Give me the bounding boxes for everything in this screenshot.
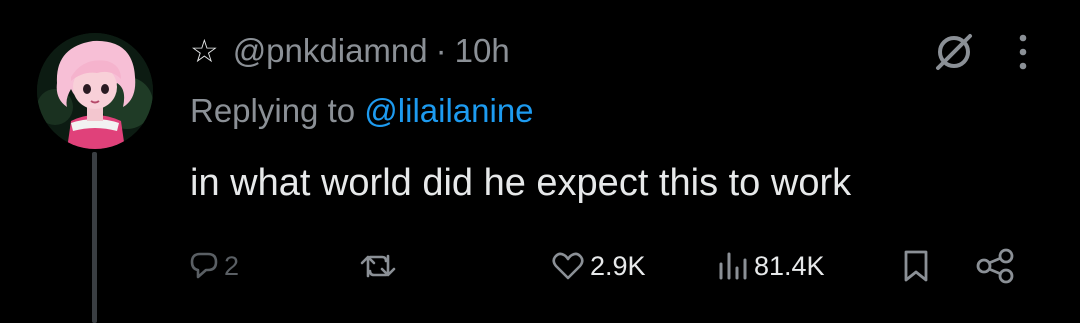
header-separator: · xyxy=(435,32,447,69)
views-button[interactable]: 81.4K xyxy=(716,244,825,288)
reply-count: 2 xyxy=(224,250,240,281)
heart-icon xyxy=(552,252,584,280)
reply-button[interactable]: 2 xyxy=(188,244,239,288)
tweet-text: in what world did he expect this to work xyxy=(190,162,852,204)
grok-icon[interactable] xyxy=(932,30,976,74)
retweet-icon xyxy=(360,254,396,278)
tweet-header: ☆ @pnkdiamnd · 10h xyxy=(190,30,510,72)
action-bar: 2 2.9K 81.4K xyxy=(0,244,1080,288)
bookmark-button[interactable] xyxy=(900,244,932,288)
top-icons xyxy=(932,30,1028,74)
avatar[interactable] xyxy=(37,33,153,149)
replying-to-label: Replying to xyxy=(190,92,356,129)
reply-icon xyxy=(190,252,218,279)
views-count: 81.4K xyxy=(754,250,825,281)
replying-to-mention[interactable]: @lilailanine xyxy=(364,92,533,129)
share-button[interactable] xyxy=(974,244,1018,288)
author-handle[interactable]: @pnkdiamnd xyxy=(233,32,428,70)
like-button[interactable]: 2.9K xyxy=(550,244,646,288)
like-count: 2.9K xyxy=(590,250,646,281)
views-icon xyxy=(719,252,747,280)
retweet-button[interactable] xyxy=(358,244,402,288)
replying-to: Replying to @lilailanine xyxy=(190,92,534,130)
star-icon: ☆ xyxy=(190,33,219,69)
thread-line xyxy=(92,152,97,323)
tweet[interactable]: ☆ @pnkdiamnd · 10h Replying to @lilailan… xyxy=(0,0,1080,323)
share-icon xyxy=(976,248,1014,284)
post-time[interactable]: 10h xyxy=(455,32,510,70)
more-options-icon[interactable] xyxy=(1018,32,1028,72)
bookmark-icon xyxy=(904,250,928,282)
